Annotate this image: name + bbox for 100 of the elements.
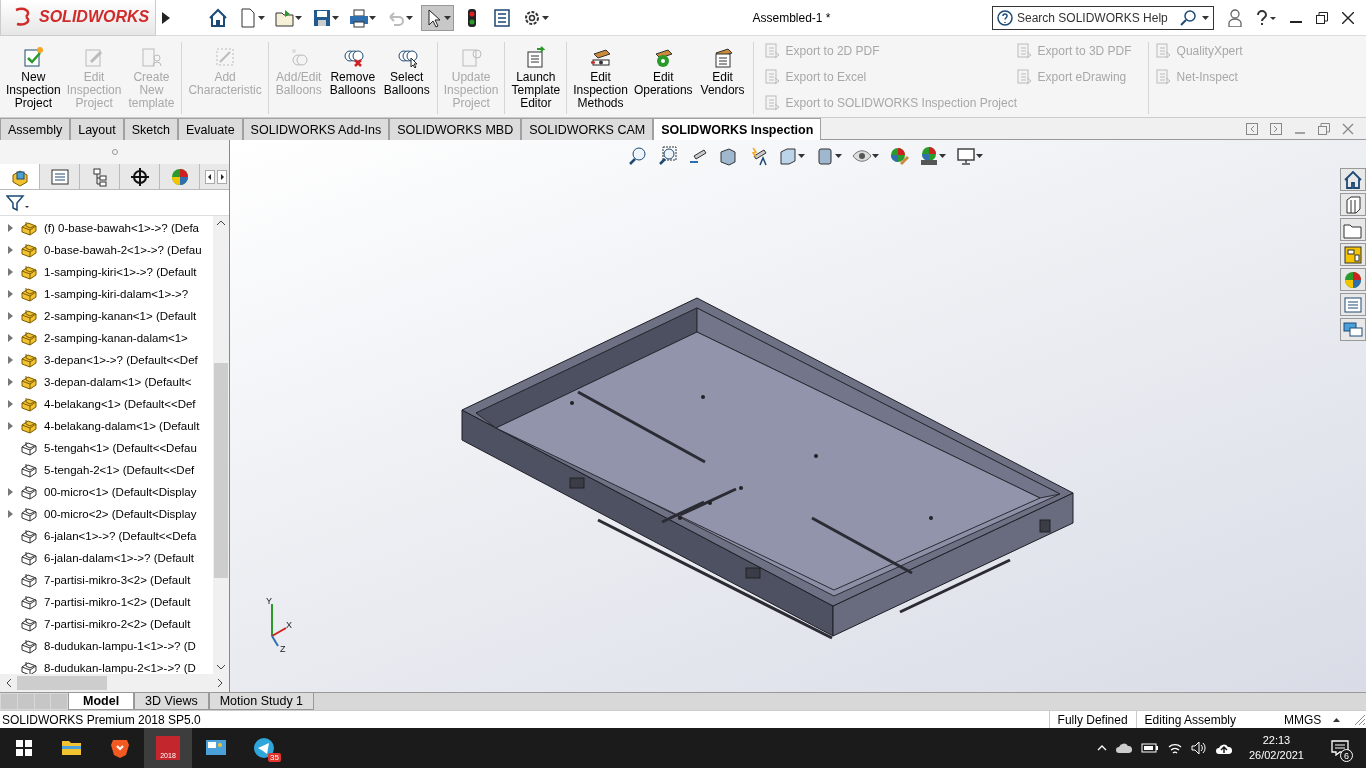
view-orientation-icon[interactable] [778, 146, 798, 166]
ribbon-button[interactable]: Launch Template Editor [508, 42, 564, 114]
tree-item[interactable]: 5-tengah<1> (Default<<Defau [44, 442, 197, 454]
caret-icon[interactable] [1202, 15, 1209, 20]
tree-item[interactable]: 8-dudukan-lampu-1<1>->? (D [44, 640, 196, 652]
panel-left-icon[interactable] [1246, 122, 1258, 135]
speaker-icon[interactable] [1190, 741, 1207, 755]
model-tab[interactable]: 3D Views [134, 693, 209, 710]
grip-icon[interactable] [111, 149, 118, 155]
ribbon-button[interactable]: New Inspection Project [3, 42, 64, 114]
ribbon-tab[interactable]: Evaluate [177, 118, 243, 140]
caret-icon[interactable] [872, 154, 879, 158]
close-icon[interactable] [1342, 11, 1354, 24]
scroll-up-icon[interactable] [217, 220, 225, 225]
tree-item[interactable]: 7-partisi-mikro-3<2> (Default [44, 574, 191, 586]
tree-item[interactable]: 2-samping-kanan<1> (Default [44, 310, 197, 322]
caret-icon[interactable] [406, 15, 413, 20]
ribbon-tab[interactable]: Sketch [123, 118, 178, 140]
tree-item[interactable]: 4-belakang<1> (Default<<Def [44, 398, 196, 410]
display-style-icon[interactable] [815, 146, 835, 166]
tree-item[interactable]: 8-dudukan-lampu-2<1>->? (D [44, 662, 196, 674]
section-view-icon[interactable] [718, 146, 738, 166]
model-tab[interactable]: Model [68, 693, 135, 710]
ribbon-button[interactable]: Edit Inspection Methods [570, 42, 631, 114]
help-menu-icon[interactable] [1256, 9, 1276, 26]
scrollbar-thumb[interactable] [214, 362, 228, 578]
library-icon[interactable] [1343, 194, 1363, 215]
clock-date[interactable]: 26/02/2021 [1248, 748, 1304, 763]
zoom-area-icon[interactable] [658, 146, 678, 166]
wifi-icon[interactable] [1166, 741, 1183, 755]
home-icon[interactable] [208, 7, 228, 28]
monitor-icon[interactable] [956, 146, 976, 166]
panel-right-icon[interactable] [1270, 122, 1282, 135]
lion-shield-icon[interactable] [109, 737, 131, 759]
caret-up-icon[interactable] [1333, 717, 1340, 722]
caret-icon[interactable] [542, 15, 549, 20]
scrollbar-thumb[interactable] [17, 676, 107, 690]
property-list-icon[interactable] [1343, 294, 1363, 315]
tree-item[interactable]: 7-partisi-mikro-1<2> (Default [44, 596, 191, 608]
expand-arrow-icon[interactable] [162, 11, 170, 24]
zoom-fit-icon[interactable] [628, 146, 648, 166]
ribbon-button[interactable]: Edit Operations [630, 42, 696, 114]
caret-icon[interactable] [369, 15, 376, 20]
open-folder-icon[interactable] [275, 7, 295, 28]
help-search-field[interactable]: Search SOLIDWORKS Help [1017, 10, 1176, 25]
caret-icon[interactable] [444, 15, 451, 20]
chevron-up-icon[interactable] [1096, 745, 1107, 751]
battery-icon[interactable] [1140, 742, 1159, 754]
chat-bubbles-icon[interactable] [1343, 319, 1363, 340]
scene-icon[interactable] [919, 146, 939, 166]
windows-start-icon[interactable] [16, 740, 32, 756]
scroll-down-icon[interactable] [217, 665, 225, 670]
help-search-box[interactable]: Search SOLIDWORKS Help [992, 5, 1214, 30]
caret-icon[interactable] [295, 15, 302, 20]
caret-icon[interactable] [976, 154, 983, 158]
tree-item[interactable]: 1-samping-kiri-dalam<1>->? [44, 288, 189, 300]
caret-icon[interactable] [798, 154, 805, 158]
property-list-icon[interactable] [49, 166, 70, 187]
ribbon-button[interactable]: Select Balloons [379, 42, 434, 114]
scroll-right-icon[interactable] [217, 169, 227, 184]
file-properties-icon[interactable] [492, 7, 512, 28]
caret-icon[interactable] [835, 154, 842, 158]
tree-item[interactable]: 0-base-bawah-2<1>->? (Defau [44, 244, 202, 256]
tree-item[interactable]: 2-samping-kanan-dalam<1> [44, 332, 188, 344]
caret-icon[interactable] [939, 154, 946, 158]
tree-item[interactable]: 3-depan<1>->? (Default<<Def [44, 354, 198, 366]
tree-item[interactable]: 6-jalan<1>->? (Default<<Defa [44, 530, 197, 542]
tree-item[interactable]: 4-belakang-dalam<1> (Default [44, 420, 200, 432]
caret-icon[interactable] [258, 15, 265, 20]
model-tab[interactable]: Motion Study 1 [208, 693, 315, 710]
logo-badge[interactable]: SOLIDWORKS [0, 0, 156, 36]
tree-item[interactable]: 3-depan-dalam<1> (Default< [44, 376, 192, 388]
caret-icon[interactable] [332, 15, 339, 20]
scroll-right-icon[interactable] [218, 679, 223, 687]
tree-item[interactable]: (f) 0-base-bawah<1>->? (Defa [44, 222, 199, 234]
scroll-left-icon[interactable] [205, 169, 215, 184]
tree-item[interactable]: 00-micro<1> (Default<Display [44, 486, 197, 498]
home-icon[interactable] [1343, 169, 1363, 190]
ribbon-tab[interactable]: SOLIDWORKS Inspection [653, 118, 822, 140]
tree-item[interactable]: 00-micro<2> (Default<Display [44, 508, 197, 520]
appearance-ball-icon[interactable] [169, 166, 190, 187]
tree-item[interactable]: 1-samping-kiri<1>->? (Default [44, 266, 197, 278]
ribbon-tab[interactable]: SOLIDWORKS MBD [389, 118, 522, 140]
restore-icon[interactable] [1316, 11, 1328, 24]
scroll-left-icon[interactable] [6, 679, 11, 687]
tree-item[interactable]: 6-jalan-dalam<1>->? (Default [44, 552, 194, 564]
filter-icon[interactable] [6, 193, 30, 212]
ribbon-button[interactable]: Remove Balloons [325, 42, 380, 114]
ribbon-button[interactable]: Edit Vendors [695, 42, 750, 114]
print-icon[interactable] [349, 7, 369, 28]
tree-item[interactable]: 5-tengah-2<1> (Default<<Def [44, 464, 195, 476]
appearance-ball-icon[interactable] [1343, 269, 1363, 290]
save-icon[interactable] [312, 7, 332, 28]
ribbon-tab[interactable]: Layout [70, 118, 124, 140]
ribbon-tab[interactable]: Assembly [0, 118, 71, 140]
user-icon[interactable] [1228, 8, 1242, 27]
edit-appearance-icon[interactable] [889, 146, 909, 166]
palette-icon[interactable] [1343, 244, 1363, 265]
ribbon-tab[interactable]: SOLIDWORKS Add-Ins [242, 118, 390, 140]
clock-time[interactable]: 22:13 [1262, 733, 1291, 748]
